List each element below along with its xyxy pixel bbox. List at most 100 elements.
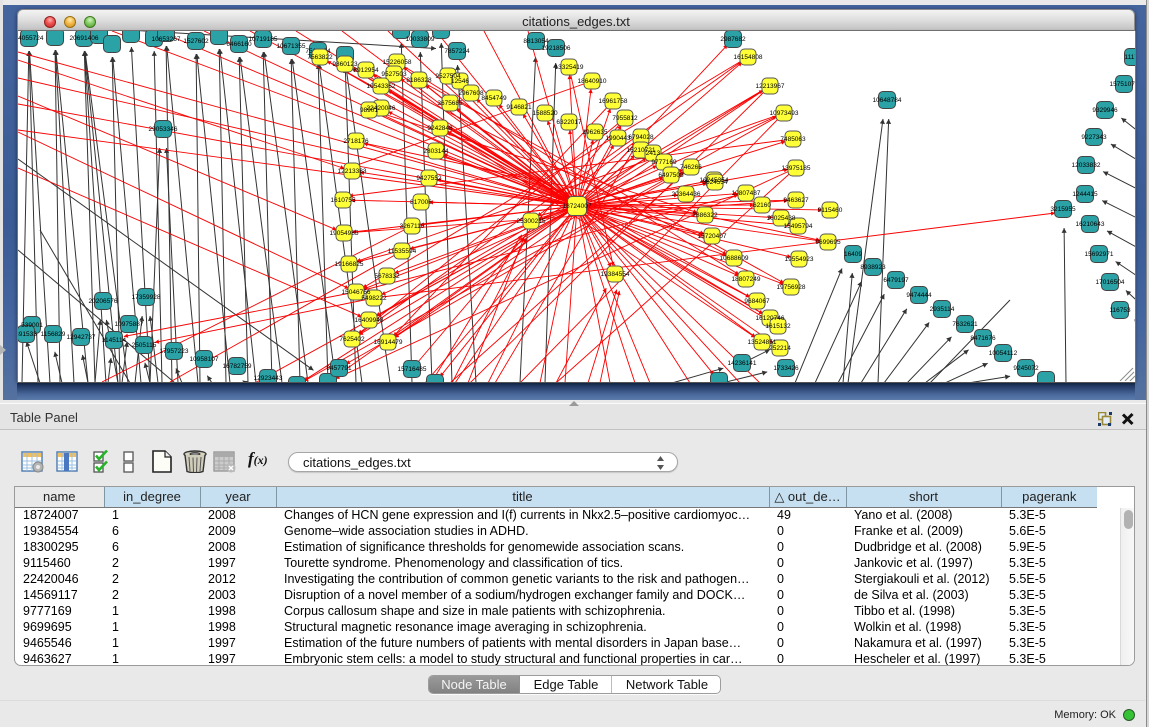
svg-text:7485063: 7485063 xyxy=(780,136,806,143)
svg-text:9457791: 9457791 xyxy=(326,365,352,372)
svg-text:15716485: 15716485 xyxy=(398,366,427,373)
svg-text:9427552: 9427552 xyxy=(416,175,442,182)
svg-text:10719185: 10719185 xyxy=(249,36,278,43)
svg-text:6794028: 6794028 xyxy=(628,134,654,141)
svg-text:12942737: 12942737 xyxy=(67,334,96,341)
svg-text:11535594: 11535594 xyxy=(388,248,417,255)
svg-text:16782759: 16782759 xyxy=(223,363,252,370)
svg-text:252214: 252214 xyxy=(769,345,791,352)
svg-text:10807487: 10807487 xyxy=(732,190,761,197)
svg-text:9115460: 9115460 xyxy=(818,207,843,214)
svg-text:17016504: 17016504 xyxy=(1096,279,1125,286)
svg-text:9242848: 9242848 xyxy=(427,125,453,132)
svg-text:9463627: 9463627 xyxy=(783,197,809,204)
svg-text:2935114: 2935114 xyxy=(930,306,955,313)
svg-text:1610755: 1610755 xyxy=(330,197,356,204)
svg-text:15720407: 15720407 xyxy=(698,233,727,240)
svg-text:9245072: 9245072 xyxy=(1013,365,1039,372)
svg-text:7625402: 7625402 xyxy=(339,336,365,343)
svg-text:14055724: 14055724 xyxy=(18,35,44,42)
svg-text:2413: 2413 xyxy=(646,150,661,157)
svg-text:16914479: 16914479 xyxy=(374,339,403,346)
svg-text:8938923: 8938923 xyxy=(860,264,886,271)
svg-text:2803144: 2803144 xyxy=(423,148,449,155)
svg-text:8186328: 8186328 xyxy=(406,77,432,84)
svg-text:2987682: 2987682 xyxy=(720,36,746,43)
svg-text:1527602: 1527602 xyxy=(183,38,209,45)
svg-text:7857224: 7857224 xyxy=(444,48,470,55)
svg-text:12213383: 12213383 xyxy=(338,168,367,175)
svg-text:2967608: 2967608 xyxy=(458,90,484,97)
svg-text:6322017: 6322017 xyxy=(556,119,582,126)
svg-text:10648784: 10648784 xyxy=(873,97,902,104)
svg-text:7563822: 7563822 xyxy=(307,54,333,61)
svg-text:116753: 116753 xyxy=(1109,307,1131,314)
svg-text:20206576: 20206576 xyxy=(89,298,118,305)
svg-text:13325419: 13325419 xyxy=(555,64,584,71)
svg-text:19166825: 19166825 xyxy=(335,261,364,268)
svg-text:10958107: 10958107 xyxy=(190,356,219,363)
svg-text:3215955: 3215955 xyxy=(1050,206,1076,213)
svg-text:10688609: 10688609 xyxy=(720,255,749,262)
svg-text:6497508: 6497508 xyxy=(658,172,684,179)
svg-text:6479197: 6479197 xyxy=(883,277,909,284)
svg-text:15226058: 15226058 xyxy=(383,59,412,66)
svg-text:1156829: 1156829 xyxy=(41,331,66,338)
svg-text:16409: 16409 xyxy=(844,251,862,258)
svg-text:2505115: 2505115 xyxy=(132,342,157,349)
svg-text:19554923: 19554923 xyxy=(785,256,814,263)
svg-text:19756928: 19756928 xyxy=(777,284,806,291)
svg-text:9227343: 9227343 xyxy=(1081,134,1107,141)
svg-text:20691406: 20691406 xyxy=(70,35,99,42)
svg-text:10671355: 10671355 xyxy=(277,43,306,50)
svg-text:1588520: 1588520 xyxy=(532,110,558,117)
svg-text:16210643: 16210643 xyxy=(1076,221,1105,228)
svg-text:17957223: 17957223 xyxy=(160,348,189,355)
svg-text:10653267: 10653267 xyxy=(152,36,181,43)
svg-text:16961758: 16961758 xyxy=(599,98,628,105)
svg-text:3675685: 3675685 xyxy=(437,100,463,107)
svg-text:19218506: 19218506 xyxy=(542,45,571,52)
svg-text:20364436: 20364436 xyxy=(672,191,701,198)
svg-text:9146821: 9146821 xyxy=(506,104,532,111)
svg-text:1145114: 1145114 xyxy=(102,337,127,344)
svg-text:15751074: 15751074 xyxy=(1110,81,1135,88)
svg-text:1962635: 1962635 xyxy=(582,129,608,136)
svg-text:10975887: 10975887 xyxy=(115,321,144,328)
svg-text:8471676: 8471676 xyxy=(970,335,996,342)
svg-text:1244415: 1244415 xyxy=(1072,191,1098,198)
svg-text:25300215: 25300215 xyxy=(517,218,546,225)
svg-text:15692971: 15692971 xyxy=(1085,251,1114,258)
svg-text:10543362: 10543362 xyxy=(367,83,396,90)
svg-text:29053346: 29053346 xyxy=(149,126,178,133)
svg-text:12213967: 12213967 xyxy=(756,83,785,90)
svg-text:18807249: 18807249 xyxy=(732,276,761,283)
svg-text:17359928: 17359928 xyxy=(132,294,161,301)
svg-text:18640910: 18640910 xyxy=(578,78,607,85)
svg-text:391533: 391533 xyxy=(18,331,37,338)
svg-text:12033832: 12033832 xyxy=(1072,162,1101,169)
svg-text:9527503: 9527503 xyxy=(381,71,407,78)
svg-text:1990443: 1990443 xyxy=(605,135,631,142)
svg-text:18724007: 18724007 xyxy=(563,203,592,210)
svg-text:10033809: 10033809 xyxy=(406,36,435,43)
svg-text:9474444: 9474444 xyxy=(906,292,932,299)
svg-text:7632621: 7632621 xyxy=(952,321,978,328)
svg-text:9777169: 9777169 xyxy=(651,159,677,166)
svg-text:9329946: 9329946 xyxy=(1092,107,1118,114)
svg-text:16409948: 16409948 xyxy=(355,317,384,324)
svg-text:5678332: 5678332 xyxy=(374,273,400,280)
svg-text:13975185: 13975185 xyxy=(782,165,811,172)
svg-text:8454749: 8454749 xyxy=(481,95,507,102)
svg-text:16120746: 16120746 xyxy=(756,315,785,322)
svg-text:7955812: 7955812 xyxy=(612,115,638,122)
svg-text:9699695: 9699695 xyxy=(815,239,841,246)
svg-text:12546: 12546 xyxy=(451,78,469,85)
svg-text:62160: 62160 xyxy=(753,202,771,209)
svg-text:2718176: 2718176 xyxy=(343,138,369,145)
svg-text:15495794: 15495794 xyxy=(784,223,813,230)
svg-text:5498222: 5498222 xyxy=(361,295,387,302)
svg-text:8813054: 8813054 xyxy=(523,38,549,45)
svg-text:98901: 98901 xyxy=(360,107,378,114)
svg-text:817006: 817006 xyxy=(410,199,432,206)
